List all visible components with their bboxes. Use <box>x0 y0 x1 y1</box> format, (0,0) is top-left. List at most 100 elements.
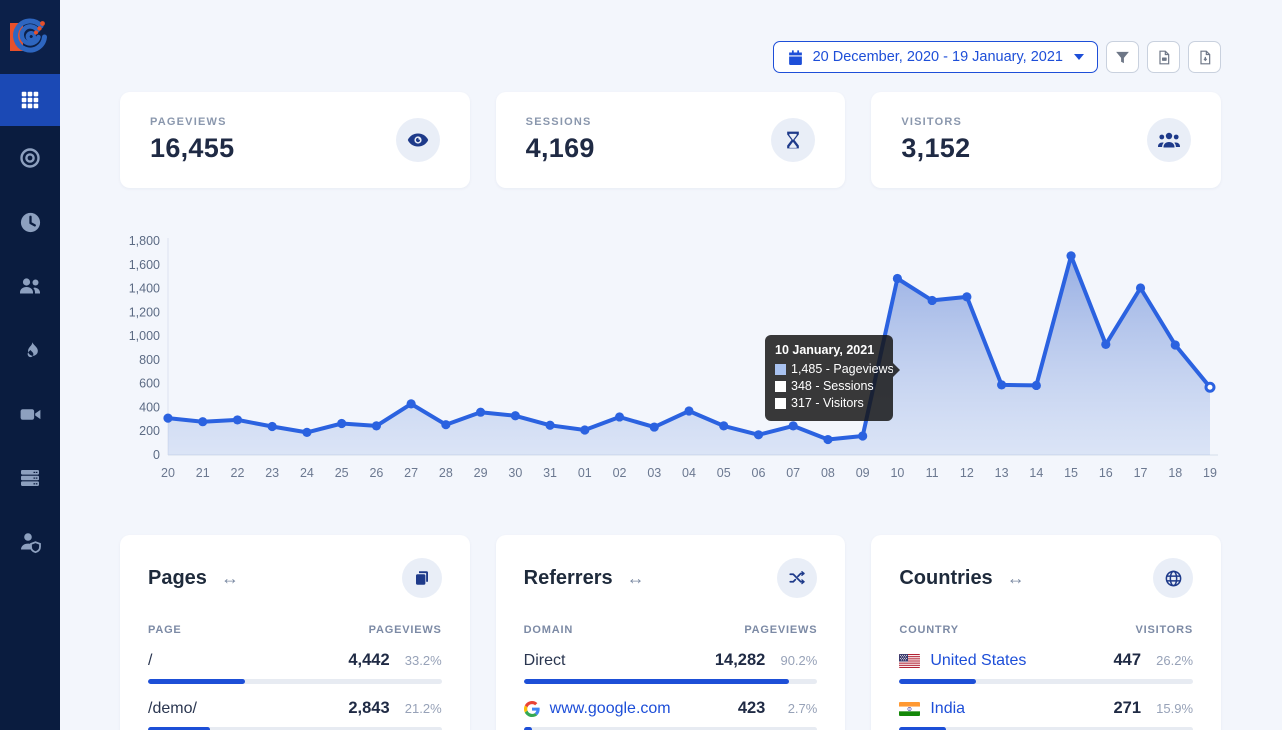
left-right-arrow-icon[interactable]: ↔ <box>1007 568 1025 589</box>
row-value: 4,442 <box>348 651 389 670</box>
country-link[interactable]: India <box>899 700 965 718</box>
stat-value: 4,169 <box>526 133 595 164</box>
svg-text:1,200: 1,200 <box>129 305 160 319</box>
svg-text:25: 25 <box>335 466 349 480</box>
svg-text:18: 18 <box>1168 466 1182 480</box>
user-shield-icon <box>17 529 43 555</box>
row-value: 2,843 <box>348 699 389 718</box>
table-row: India 271 15.9% <box>899 699 1193 730</box>
row-value: 447 <box>1113 651 1141 670</box>
video-camera-icon <box>18 402 43 427</box>
header-toolbar: 20 December, 2020 - 19 January, 2021 <box>120 41 1221 73</box>
column-header-left: DOMAIN <box>524 624 573 636</box>
sidebar-nav <box>0 74 60 574</box>
tooltip-pageviews: 1,485 - Pageviews <box>775 361 883 378</box>
svg-text:19: 19 <box>1203 466 1217 480</box>
globe-icon[interactable] <box>1153 558 1193 598</box>
svg-text:26: 26 <box>369 466 383 480</box>
calendar-icon <box>787 49 804 66</box>
sidebar-item-dashboard[interactable] <box>0 74 60 126</box>
sidebar-item-visitors[interactable] <box>0 254 60 318</box>
export-csv-button[interactable] <box>1147 41 1180 73</box>
row-value: 14,282 <box>715 651 765 670</box>
svg-text:01: 01 <box>578 466 592 480</box>
row-percent: 26.2% <box>1141 653 1193 668</box>
filter-button[interactable] <box>1106 41 1139 73</box>
chart-tooltip: 10 January, 2021 1,485 - Pageviews 348 -… <box>765 335 893 421</box>
hourglass-icon <box>771 118 815 162</box>
country-link[interactable]: United States <box>899 652 1026 670</box>
svg-text:17: 17 <box>1134 466 1148 480</box>
table-row: /demo/ 2,843 21.2% <box>148 699 442 730</box>
target-icon <box>18 146 42 170</box>
pages-card: Pages ↔ PAGE PAGEVIEWS / 4,442 3 <box>120 535 470 730</box>
progress-bar <box>899 679 1193 684</box>
svg-text:05: 05 <box>717 466 731 480</box>
row-percent: 15.9% <box>1141 701 1193 716</box>
export-pdf-button[interactable] <box>1188 41 1221 73</box>
table-row: United States 447 26.2% <box>899 651 1193 684</box>
eye-icon <box>396 118 440 162</box>
svg-text:07: 07 <box>786 466 800 480</box>
svg-text:23: 23 <box>265 466 279 480</box>
stat-value: 16,455 <box>150 133 234 164</box>
copy-pages-icon[interactable] <box>402 558 442 598</box>
sidebar-item-privacy[interactable] <box>0 510 60 574</box>
card-title: Referrers <box>524 567 613 590</box>
tables-row: Pages ↔ PAGE PAGEVIEWS / 4,442 3 <box>120 535 1221 730</box>
sidebar-item-goals[interactable] <box>0 126 60 190</box>
svg-text:29: 29 <box>474 466 488 480</box>
stat-label: VISITORS <box>901 116 970 128</box>
pageviews-swatch-icon <box>775 364 786 375</box>
svg-text:21: 21 <box>196 466 210 480</box>
stat-card-pageviews: PAGEVIEWS 16,455 <box>120 92 470 188</box>
svg-text:04: 04 <box>682 466 696 480</box>
svg-text:600: 600 <box>139 377 160 391</box>
svg-text:24: 24 <box>300 466 314 480</box>
progress-bar <box>148 679 442 684</box>
date-range-label: 20 December, 2020 - 19 January, 2021 <box>813 49 1063 65</box>
stat-label: SESSIONS <box>526 116 595 128</box>
flame-icon <box>20 339 41 362</box>
svg-text:08: 08 <box>821 466 835 480</box>
main-content: 20 December, 2020 - 19 January, 2021 PAG… <box>60 0 1282 730</box>
sidebar-item-recordings[interactable] <box>0 382 60 446</box>
sidebar-item-logs[interactable] <box>0 446 60 510</box>
countries-card: Countries ↔ COUNTRY VISITORS <box>871 535 1221 730</box>
clock-icon <box>19 211 42 234</box>
left-right-arrow-icon[interactable]: ↔ <box>221 568 239 589</box>
row-value: 271 <box>1113 699 1141 718</box>
date-range-picker[interactable]: 20 December, 2020 - 19 January, 2021 <box>773 41 1098 73</box>
sidebar-item-heatmaps[interactable] <box>0 318 60 382</box>
tooltip-date: 10 January, 2021 <box>775 343 883 357</box>
svg-text:22: 22 <box>231 466 245 480</box>
app-logo[interactable] <box>0 0 60 74</box>
svg-text:13: 13 <box>995 466 1009 480</box>
area-chart-canvas[interactable]: 02004006008001,0001,2001,4001,6001,80020… <box>120 235 1221 485</box>
referrer-domain: Direct <box>524 652 566 670</box>
svg-text:03: 03 <box>647 466 661 480</box>
sessions-swatch-icon <box>775 381 786 392</box>
users-icon <box>17 273 43 299</box>
stat-value: 3,152 <box>901 133 970 164</box>
row-percent: 33.2% <box>390 653 442 668</box>
svg-text:14: 14 <box>1029 466 1043 480</box>
page-path: /demo/ <box>148 700 197 718</box>
grid-icon <box>19 89 41 111</box>
traffic-chart[interactable]: 02004006008001,0001,2001,4001,6001,80020… <box>120 235 1221 485</box>
visitors-swatch-icon <box>775 398 786 409</box>
svg-text:09: 09 <box>856 466 870 480</box>
left-right-arrow-icon[interactable]: ↔ <box>627 568 645 589</box>
svg-text:400: 400 <box>139 400 160 414</box>
shuffle-icon[interactable] <box>777 558 817 598</box>
referrer-domain-link[interactable]: www.google.com <box>524 700 671 718</box>
tooltip-sessions: 348 - Sessions <box>775 378 883 395</box>
file-pdf-icon <box>1197 49 1213 66</box>
sidebar-item-realtime[interactable] <box>0 190 60 254</box>
chevron-down-icon <box>1074 54 1084 60</box>
svg-text:28: 28 <box>439 466 453 480</box>
svg-text:16: 16 <box>1099 466 1113 480</box>
row-percent: 90.2% <box>765 653 817 668</box>
table-row: / 4,442 33.2% <box>148 651 442 684</box>
svg-text:10: 10 <box>890 466 904 480</box>
